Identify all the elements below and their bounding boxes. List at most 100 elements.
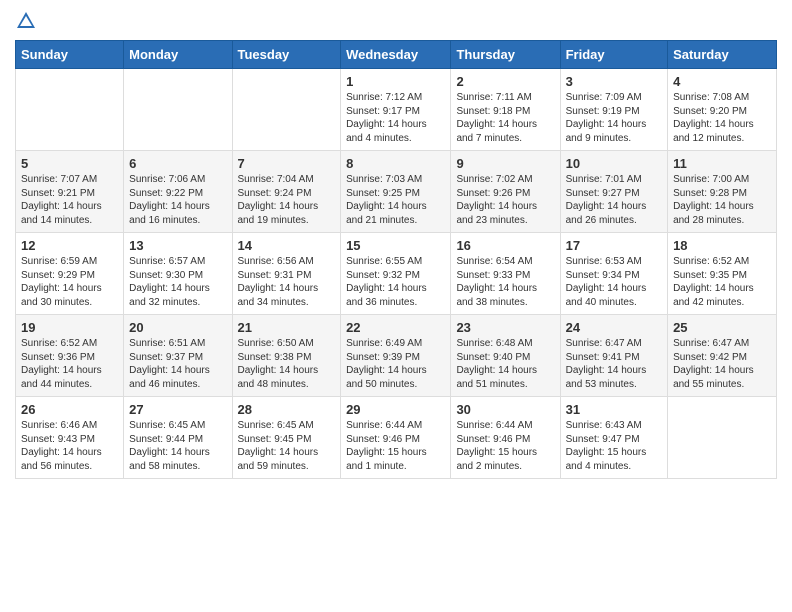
calendar-week-row: 1 Sunrise: 7:12 AM Sunset: 9:17 PM Daylig…	[16, 69, 777, 151]
weekday-header-wednesday: Wednesday	[341, 41, 451, 69]
day-info: Sunrise: 7:03 AM Sunset: 9:25 PM Dayligh…	[346, 173, 445, 227]
day-number: 10	[566, 156, 662, 171]
weekday-header-thursday: Thursday	[451, 41, 560, 69]
day-info: Sunrise: 7:00 AM Sunset: 9:28 PM Dayligh…	[673, 173, 771, 227]
day-number: 4	[673, 74, 771, 89]
calendar-cell: 4 Sunrise: 7:08 AM Sunset: 9:20 PM Daylig…	[668, 69, 777, 151]
day-info: Sunrise: 6:53 AM Sunset: 9:34 PM Dayligh…	[566, 255, 662, 309]
day-number: 1	[346, 74, 445, 89]
day-number: 30	[456, 402, 554, 417]
weekday-header-tuesday: Tuesday	[232, 41, 341, 69]
day-number: 26	[21, 402, 118, 417]
day-number: 16	[456, 238, 554, 253]
day-info: Sunrise: 6:43 AM Sunset: 9:47 PM Dayligh…	[566, 419, 662, 473]
calendar-cell: 15Sunrise: 6:55 AM Sunset: 9:32 PM Dayli…	[341, 233, 451, 315]
calendar-cell: 19Sunrise: 6:52 AM Sunset: 9:36 PM Dayli…	[16, 315, 124, 397]
day-number: 14	[238, 238, 336, 253]
calendar-cell: 27 Sunrise: 6:45 AM Sunset: 9:44 PM Dayli…	[124, 397, 232, 479]
calendar-header: SundayMondayTuesdayWednesdayThursdayFrid…	[16, 41, 777, 69]
calendar-cell	[124, 69, 232, 151]
day-info: Sunrise: 6:55 AM Sunset: 9:32 PM Dayligh…	[346, 255, 445, 309]
day-info: Sunrise: 6:56 AM Sunset: 9:31 PM Dayligh…	[238, 255, 336, 309]
calendar-cell: 3 Sunrise: 7:09 AM Sunset: 9:19 PM Daylig…	[560, 69, 667, 151]
calendar-cell: 18 Sunrise: 6:52 AM Sunset: 9:35 PM Dayli…	[668, 233, 777, 315]
day-info: Sunrise: 6:47 AM Sunset: 9:42 PM Dayligh…	[673, 337, 771, 391]
calendar-cell: 11 Sunrise: 7:00 AM Sunset: 9:28 PM Dayli…	[668, 151, 777, 233]
day-info: Sunrise: 7:11 AM Sunset: 9:18 PM Dayligh…	[456, 91, 554, 145]
day-info: Sunrise: 7:09 AM Sunset: 9:19 PM Dayligh…	[566, 91, 662, 145]
calendar-cell	[668, 397, 777, 479]
day-number: 11	[673, 156, 771, 171]
day-number: 8	[346, 156, 445, 171]
calendar-cell: 26 Sunrise: 6:46 AM Sunset: 9:43 PM Dayli…	[16, 397, 124, 479]
calendar-cell: 22 Sunrise: 6:49 AM Sunset: 9:39 PM Dayli…	[341, 315, 451, 397]
day-number: 27	[129, 402, 226, 417]
logo-icon	[15, 10, 37, 32]
day-info: Sunrise: 6:52 AM Sunset: 9:35 PM Dayligh…	[673, 255, 771, 309]
day-info: Sunrise: 6:59 AM Sunset: 9:29 PM Dayligh…	[21, 255, 118, 309]
day-info: Sunrise: 6:52 AM Sunset: 9:36 PM Dayligh…	[21, 337, 118, 391]
day-info: Sunrise: 7:06 AM Sunset: 9:22 PM Dayligh…	[129, 173, 226, 227]
day-info: Sunrise: 6:44 AM Sunset: 9:46 PM Dayligh…	[346, 419, 445, 473]
day-info: Sunrise: 6:54 AM Sunset: 9:33 PM Dayligh…	[456, 255, 554, 309]
calendar-cell: 16 Sunrise: 6:54 AM Sunset: 9:33 PM Dayli…	[451, 233, 560, 315]
day-number: 25	[673, 320, 771, 335]
calendar-week-row: 5 Sunrise: 7:07 AM Sunset: 9:21 PM Daylig…	[16, 151, 777, 233]
day-info: Sunrise: 6:48 AM Sunset: 9:40 PM Dayligh…	[456, 337, 554, 391]
day-info: Sunrise: 7:12 AM Sunset: 9:17 PM Dayligh…	[346, 91, 445, 145]
calendar-cell: 31 Sunrise: 6:43 AM Sunset: 9:47 PM Dayli…	[560, 397, 667, 479]
calendar-cell: 21 Sunrise: 6:50 AM Sunset: 9:38 PM Dayli…	[232, 315, 341, 397]
header	[15, 10, 777, 32]
calendar-body: 1 Sunrise: 7:12 AM Sunset: 9:17 PM Daylig…	[16, 69, 777, 479]
day-number: 18	[673, 238, 771, 253]
day-info: Sunrise: 6:51 AM Sunset: 9:37 PM Dayligh…	[129, 337, 226, 391]
day-info: Sunrise: 6:46 AM Sunset: 9:43 PM Dayligh…	[21, 419, 118, 473]
weekday-header-friday: Friday	[560, 41, 667, 69]
weekday-header-row: SundayMondayTuesdayWednesdayThursdayFrid…	[16, 41, 777, 69]
day-info: Sunrise: 7:07 AM Sunset: 9:21 PM Dayligh…	[21, 173, 118, 227]
calendar-cell: 25 Sunrise: 6:47 AM Sunset: 9:42 PM Dayli…	[668, 315, 777, 397]
day-number: 17	[566, 238, 662, 253]
day-info: Sunrise: 6:50 AM Sunset: 9:38 PM Dayligh…	[238, 337, 336, 391]
calendar-cell: 17 Sunrise: 6:53 AM Sunset: 9:34 PM Dayli…	[560, 233, 667, 315]
day-number: 21	[238, 320, 336, 335]
day-number: 31	[566, 402, 662, 417]
day-info: Sunrise: 7:08 AM Sunset: 9:20 PM Dayligh…	[673, 91, 771, 145]
day-number: 5	[21, 156, 118, 171]
calendar-table: SundayMondayTuesdayWednesdayThursdayFrid…	[15, 40, 777, 479]
weekday-header-monday: Monday	[124, 41, 232, 69]
day-info: Sunrise: 6:45 AM Sunset: 9:45 PM Dayligh…	[238, 419, 336, 473]
calendar-week-row: 26 Sunrise: 6:46 AM Sunset: 9:43 PM Dayli…	[16, 397, 777, 479]
calendar-cell: 8 Sunrise: 7:03 AM Sunset: 9:25 PM Daylig…	[341, 151, 451, 233]
day-info: Sunrise: 6:45 AM Sunset: 9:44 PM Dayligh…	[129, 419, 226, 473]
logo	[15, 10, 41, 32]
day-number: 23	[456, 320, 554, 335]
day-number: 6	[129, 156, 226, 171]
calendar-cell: 28 Sunrise: 6:45 AM Sunset: 9:45 PM Dayli…	[232, 397, 341, 479]
calendar-cell	[16, 69, 124, 151]
day-number: 9	[456, 156, 554, 171]
weekday-header-saturday: Saturday	[668, 41, 777, 69]
day-info: Sunrise: 6:49 AM Sunset: 9:39 PM Dayligh…	[346, 337, 445, 391]
day-info: Sunrise: 7:04 AM Sunset: 9:24 PM Dayligh…	[238, 173, 336, 227]
calendar-cell: 30Sunrise: 6:44 AM Sunset: 9:46 PM Dayli…	[451, 397, 560, 479]
day-number: 28	[238, 402, 336, 417]
day-number: 24	[566, 320, 662, 335]
day-info: Sunrise: 7:01 AM Sunset: 9:27 PM Dayligh…	[566, 173, 662, 227]
calendar-cell: 1 Sunrise: 7:12 AM Sunset: 9:17 PM Daylig…	[341, 69, 451, 151]
calendar-cell: 7Sunrise: 7:04 AM Sunset: 9:24 PM Daylig…	[232, 151, 341, 233]
day-number: 12	[21, 238, 118, 253]
calendar-week-row: 19Sunrise: 6:52 AM Sunset: 9:36 PM Dayli…	[16, 315, 777, 397]
day-number: 13	[129, 238, 226, 253]
calendar-cell: 20Sunrise: 6:51 AM Sunset: 9:37 PM Dayli…	[124, 315, 232, 397]
day-number: 3	[566, 74, 662, 89]
calendar-cell: 23 Sunrise: 6:48 AM Sunset: 9:40 PM Dayli…	[451, 315, 560, 397]
calendar-cell: 24Sunrise: 6:47 AM Sunset: 9:41 PM Dayli…	[560, 315, 667, 397]
calendar-cell: 9Sunrise: 7:02 AM Sunset: 9:26 PM Daylig…	[451, 151, 560, 233]
calendar-cell: 5 Sunrise: 7:07 AM Sunset: 9:21 PM Daylig…	[16, 151, 124, 233]
day-number: 22	[346, 320, 445, 335]
calendar-week-row: 12 Sunrise: 6:59 AM Sunset: 9:29 PM Dayli…	[16, 233, 777, 315]
calendar-cell: 13 Sunrise: 6:57 AM Sunset: 9:30 PM Dayli…	[124, 233, 232, 315]
day-info: Sunrise: 6:57 AM Sunset: 9:30 PM Dayligh…	[129, 255, 226, 309]
calendar-cell: 6 Sunrise: 7:06 AM Sunset: 9:22 PM Daylig…	[124, 151, 232, 233]
